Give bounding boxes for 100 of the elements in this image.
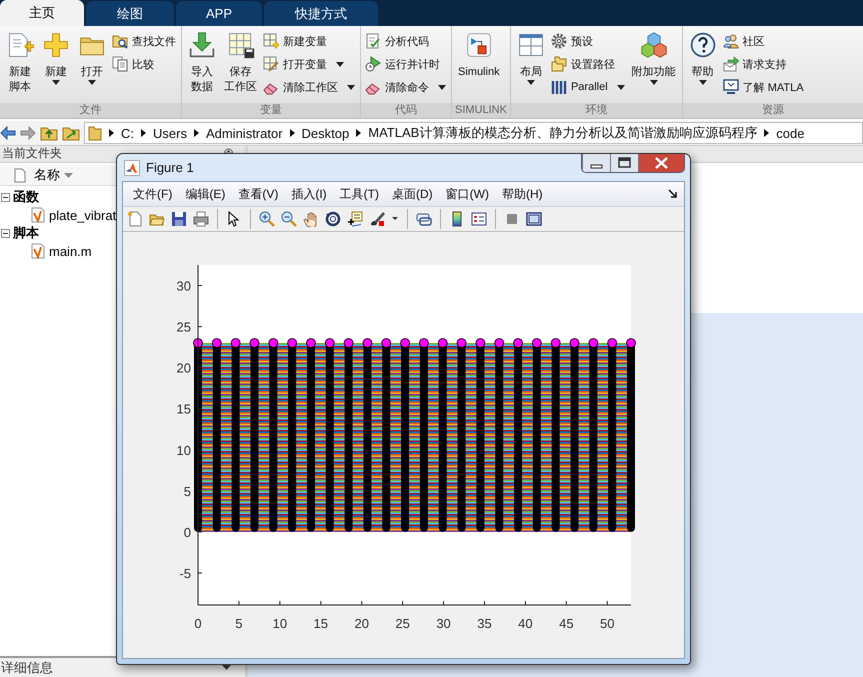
toolstrip-button[interactable]: 导入 数据 [184, 29, 220, 103]
menu-item[interactable]: 工具(T) [334, 183, 386, 205]
ribbon-tab[interactable]: APP [176, 1, 262, 26]
square-icon[interactable] [504, 211, 520, 227]
tick-label: 10 [176, 442, 191, 458]
zoom-in-icon[interactable] [259, 211, 275, 227]
toolstrip-button[interactable]: Simulink [454, 29, 504, 103]
window-icon[interactable] [526, 211, 542, 227]
data-point [607, 338, 618, 348]
tick-label: 5 [235, 616, 243, 631]
toolstrip-button[interactable]: 清除工作区 [261, 78, 358, 96]
toolstrip-button[interactable]: 运行并计时 [363, 55, 449, 73]
ribbon-tab[interactable]: 绘图 [86, 1, 174, 26]
breadcrumb-arrow-icon [194, 129, 199, 137]
window-title: Figure 1 [146, 160, 195, 175]
breadcrumb-item[interactable]: C: [121, 126, 134, 140]
grid-pencil-icon [263, 56, 279, 72]
toolstrip-button[interactable]: 附加功能 [628, 29, 680, 103]
forward-arrow-icon[interactable] [20, 126, 36, 140]
toolstrip-button[interactable]: 了解 MATLA [720, 78, 807, 96]
ribbon-tab[interactable]: 主页 [0, 0, 84, 26]
new-document-icon[interactable] [127, 211, 143, 227]
tick-label: 50 [600, 616, 614, 631]
back-arrow-icon[interactable] [0, 126, 16, 140]
tick-label: 0 [194, 616, 202, 631]
toolstrip-button[interactable]: 预设 [548, 32, 628, 50]
layout-grid-icon [516, 31, 545, 59]
close-icon[interactable] [638, 154, 684, 172]
menu-item[interactable]: 文件(F) [127, 183, 180, 205]
collapse-icon[interactable] [1, 192, 10, 202]
toolstrip-button[interactable]: 新建变量 [261, 32, 358, 50]
save-icon[interactable] [171, 211, 187, 227]
toolstrip-button[interactable]: 布局 [512, 29, 549, 103]
printer-icon[interactable] [193, 211, 209, 227]
folder-up-icon[interactable] [40, 125, 58, 141]
tick-label: 10 [272, 616, 288, 631]
data-point [550, 338, 561, 348]
menu-item[interactable]: 帮助(H) [496, 183, 550, 205]
ribbon-tab[interactable]: 快捷方式 [264, 1, 378, 26]
maximize-icon[interactable] [610, 154, 638, 172]
tick-label: 15 [314, 616, 328, 631]
folder-search-icon [112, 33, 128, 49]
column-header[interactable]: 名称 [34, 166, 73, 184]
toolstrip-button[interactable]: 查找文件 [110, 32, 179, 50]
rotate-icon[interactable] [325, 211, 341, 227]
file-item[interactable]: main.m [49, 244, 92, 258]
panel-menu-icon[interactable] [224, 147, 233, 153]
tree-group[interactable]: 脚本 [13, 224, 39, 242]
toolstrip-button[interactable]: 保存 工作区 [220, 29, 261, 103]
menu-item[interactable]: 编辑(E) [179, 183, 232, 205]
menu-item[interactable]: 窗口(W) [440, 183, 496, 205]
tree-group[interactable]: 函数 [13, 188, 39, 206]
breadcrumb-item[interactable]: Desktop [302, 126, 350, 140]
hand-icon[interactable] [303, 211, 319, 227]
data-tip-icon[interactable] [347, 211, 363, 227]
dock-arrow-icon[interactable] [668, 189, 678, 199]
breadcrumb-item[interactable]: Users [153, 126, 187, 140]
tick-label: 5 [184, 484, 191, 499]
breadcrumb-arrow-icon [356, 129, 362, 137]
toolstrip-button[interactable]: 新建 脚本 [2, 29, 38, 103]
toolstrip-button[interactable]: 新建 [38, 29, 74, 103]
link-icon[interactable] [416, 211, 432, 227]
zoom-out-icon[interactable] [281, 211, 297, 227]
breadcrumb-arrow-icon [290, 129, 295, 137]
file-item[interactable]: plate_vibrat [49, 208, 116, 222]
folders-icon [550, 56, 567, 72]
toolstrip-button[interactable]: Parallel [548, 78, 628, 96]
toolstrip-button[interactable]: 请求支持 [720, 55, 807, 73]
pointer-icon[interactable] [226, 211, 242, 227]
address-field[interactable]: C: Users Administrator Desktop MATLAB计算薄板的模态分析、静力分析以及简谐激励响应源码程序 code [84, 122, 863, 144]
data-point [324, 338, 335, 348]
menu-item[interactable]: 查看(V) [232, 183, 286, 205]
toolstrip-button[interactable]: 打开变量 [261, 55, 358, 73]
brush-icon[interactable] [369, 211, 385, 227]
tick-label: 30 [176, 278, 191, 294]
browse-folder-icon[interactable] [62, 125, 80, 141]
toolstrip-button[interactable]: 设置路径 [548, 55, 628, 73]
plus-icon [42, 31, 70, 59]
tick-label: 45 [559, 616, 574, 631]
toolstrip-button[interactable]: 清除命令 [363, 78, 449, 96]
tick-label: 15 [176, 402, 191, 417]
block-diagram-icon [464, 31, 493, 59]
menu-item[interactable]: 桌面(D) [386, 183, 440, 205]
breadcrumb-item[interactable]: code [776, 126, 804, 140]
minimize-icon[interactable] [582, 154, 610, 172]
menu-item[interactable]: 插入(I) [285, 183, 334, 205]
app-logo-icon [124, 160, 140, 176]
collapse-icon[interactable] [1, 228, 10, 238]
breadcrumb-arrow-icon [141, 129, 146, 137]
toolstrip-button[interactable]: 分析代码 [363, 32, 449, 50]
toolstrip-button[interactable]: 帮助 [684, 29, 721, 103]
toolstrip-button[interactable]: 打开 [74, 29, 110, 103]
data-point [268, 338, 278, 348]
toolstrip-button[interactable]: 比较 [110, 55, 179, 73]
toolstrip-button[interactable]: 社区 [720, 32, 807, 50]
breadcrumb-item[interactable]: MATLAB计算薄板的模态分析、静力分析以及简谐激励响应源码程序 [368, 124, 758, 142]
breadcrumb-item[interactable]: Administrator [206, 126, 283, 140]
legend-icon[interactable] [471, 211, 487, 227]
group-label: 文件 [0, 103, 181, 118]
tick-label: 25 [176, 320, 191, 335]
